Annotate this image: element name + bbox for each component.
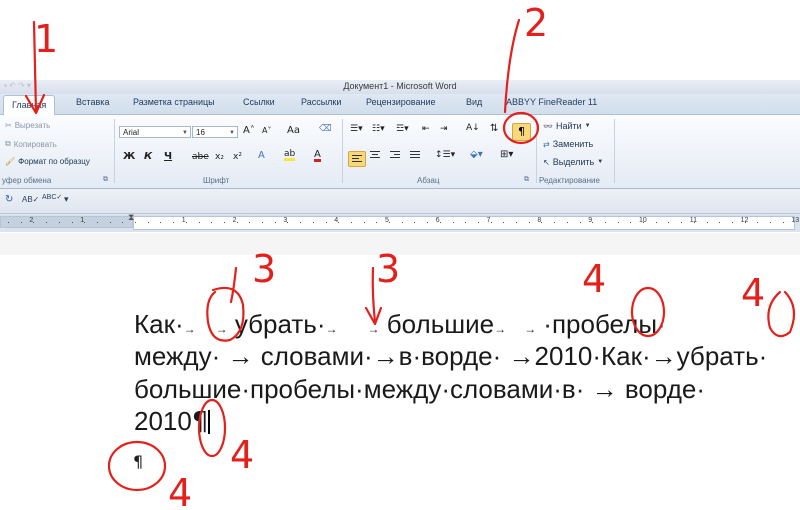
annotation-4c: 4 — [230, 433, 254, 477]
annotation-4b: 4 — [741, 271, 765, 315]
annotation-1: 1 — [34, 17, 58, 61]
handwritten-annotations: 1 2 3 3 4 4 4 4 — [24, 1, 796, 510]
annotation-2: 2 — [524, 1, 548, 45]
svg-text:4: 4 — [168, 471, 192, 510]
annotation-3a: 3 — [252, 247, 276, 291]
annotation-3b: 3 — [376, 247, 400, 291]
annotation-4a: 4 — [582, 257, 606, 301]
